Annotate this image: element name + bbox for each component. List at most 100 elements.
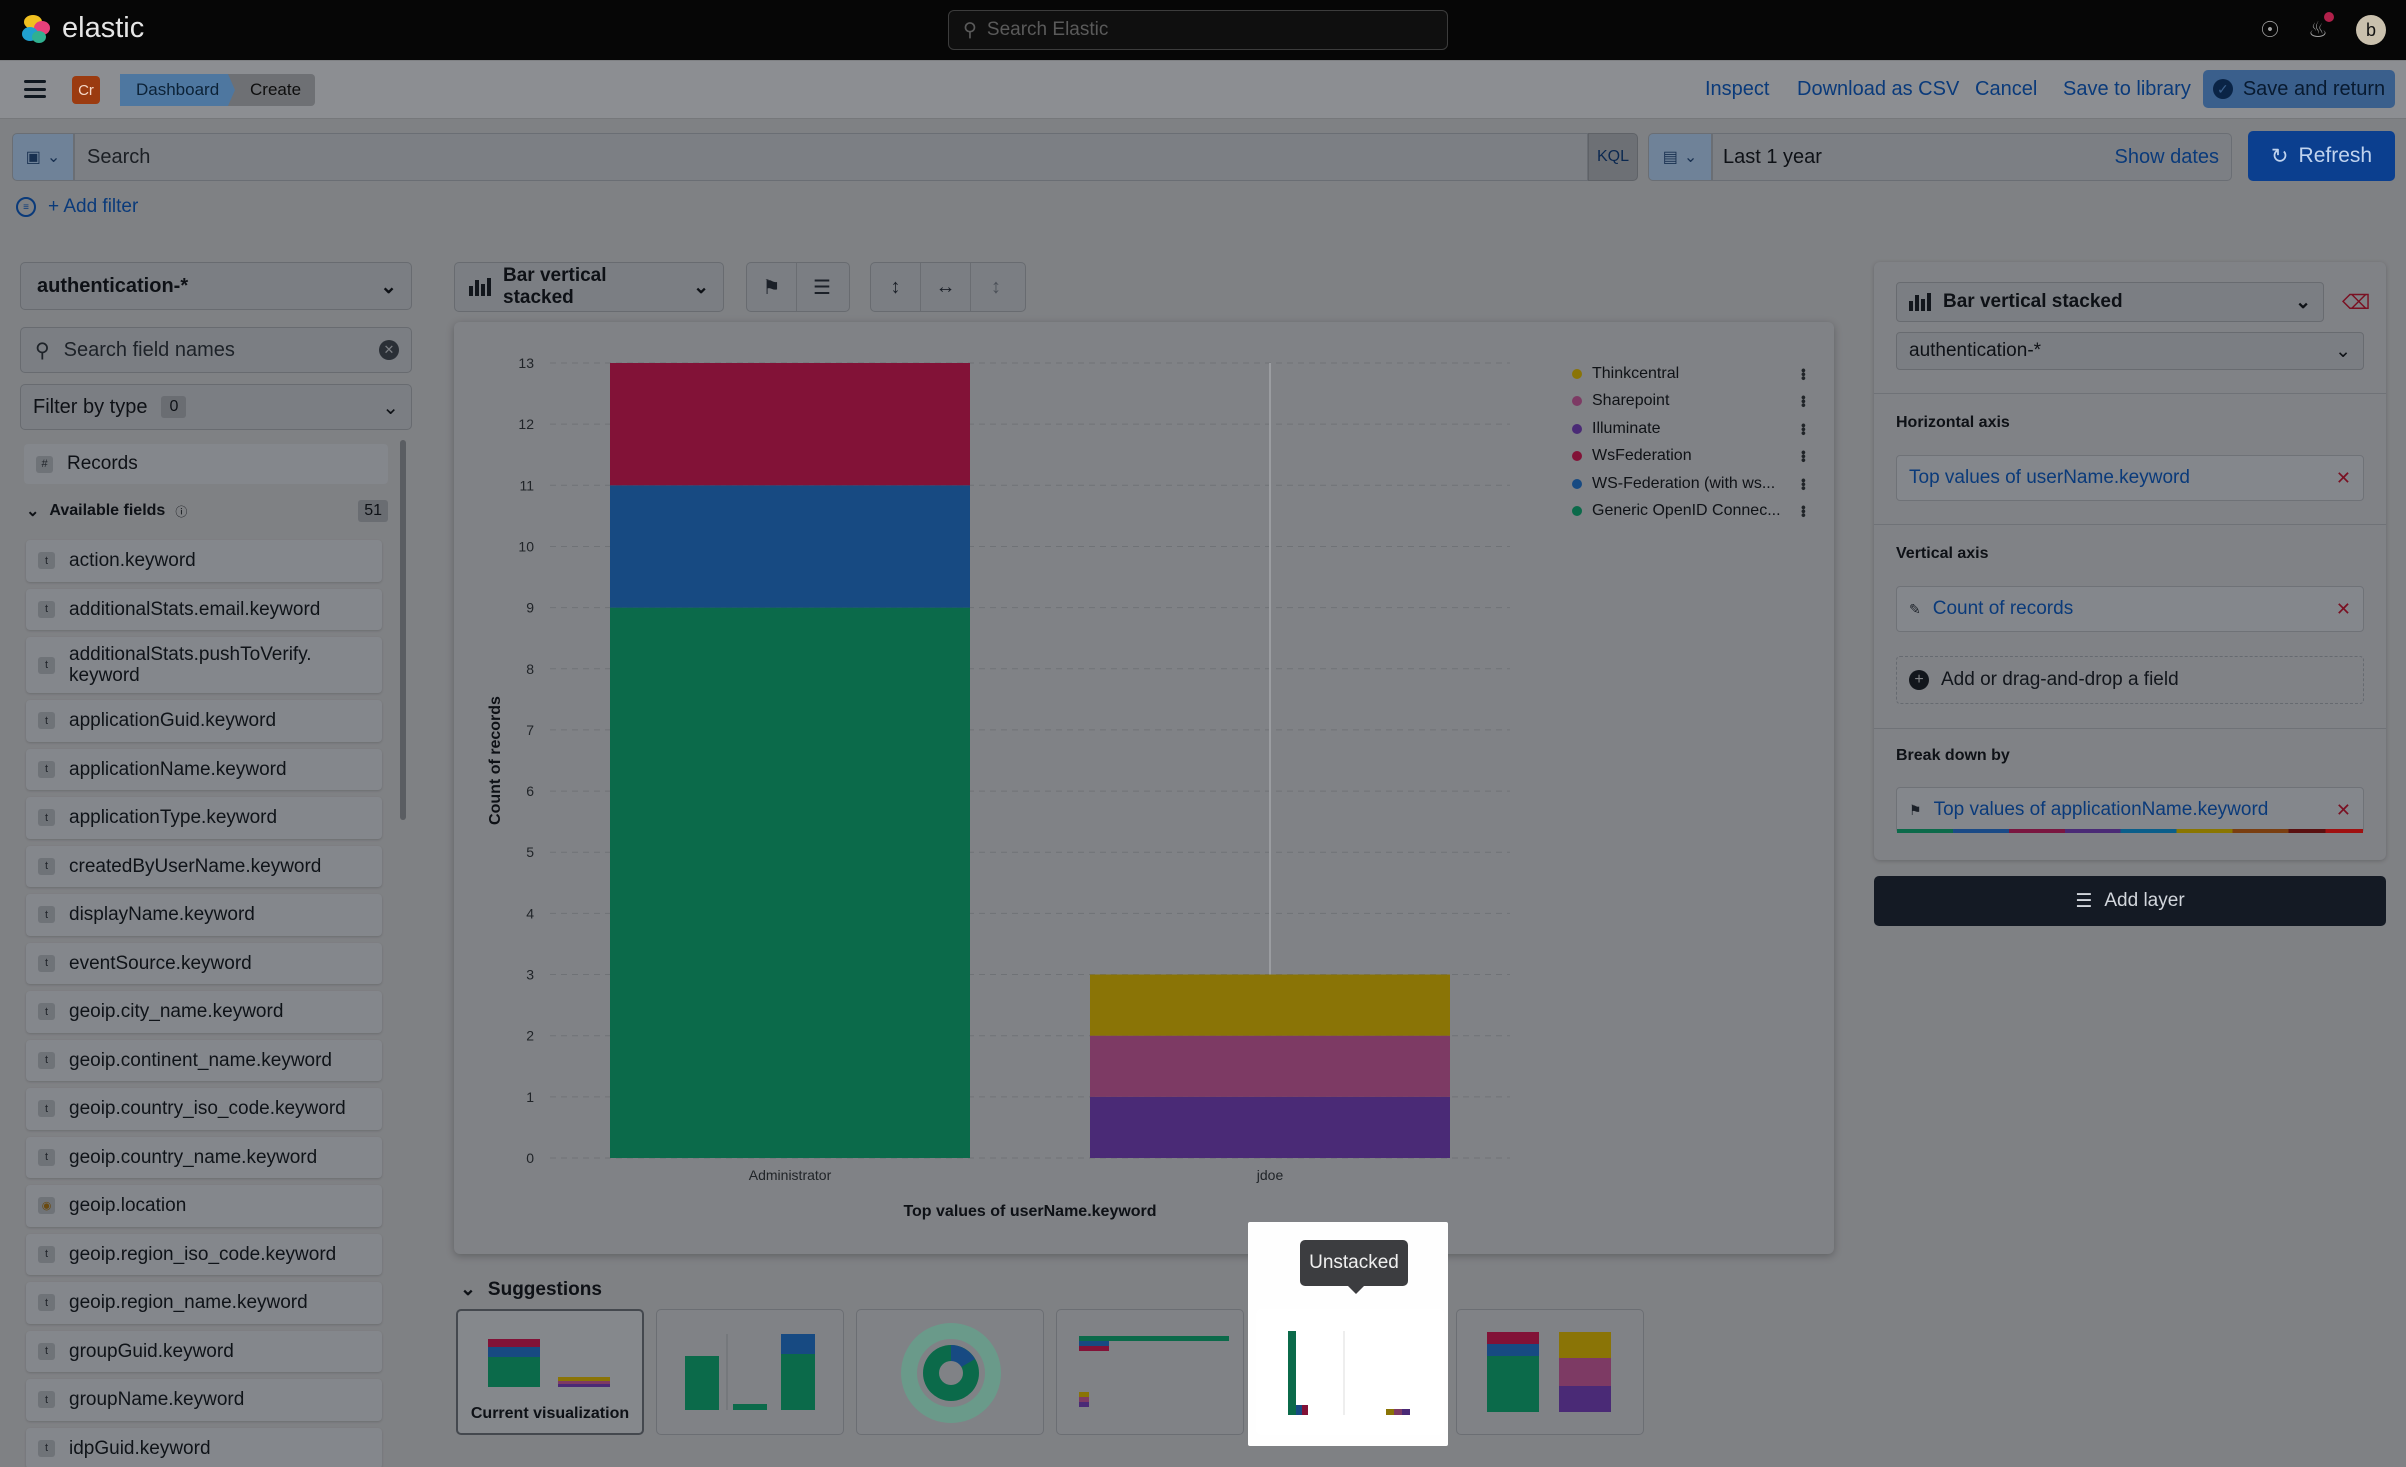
color-palette-strip: [1897, 829, 2363, 833]
user-avatar[interactable]: b: [2356, 15, 2386, 45]
filter-menu-icon[interactable]: ≡: [16, 197, 36, 217]
legend-item[interactable]: WS-Federation (with ws... •••: [1572, 470, 1812, 498]
space-avatar[interactable]: Cr: [72, 76, 100, 104]
y-tick-label: 0: [526, 1150, 534, 1166]
more-actions-icon[interactable]: •••: [1796, 478, 1812, 490]
remove-icon[interactable]: ✕: [2336, 468, 2351, 489]
clear-icon[interactable]: ✕: [379, 340, 399, 360]
field-list-scrollbar[interactable]: [400, 440, 406, 820]
legend-item[interactable]: Sharepoint •••: [1572, 388, 1812, 416]
right-axis-icon[interactable]: ↕: [971, 263, 1021, 311]
legend-item[interactable]: Thinkcentral •••: [1572, 360, 1812, 388]
global-search-input[interactable]: ⚲ Search Elastic: [948, 10, 1448, 50]
suggestions-header[interactable]: ⌄ Suggestions: [460, 1278, 602, 1301]
more-actions-icon[interactable]: •••: [1796, 423, 1812, 435]
date-quick-menu-button[interactable]: ▤ ⌄: [1648, 133, 1712, 181]
field-records[interactable]: # Records: [24, 444, 388, 484]
query-search-input[interactable]: Search: [74, 133, 1588, 181]
layer-vis-type-selector[interactable]: Bar vertical stacked ⌄: [1896, 282, 2324, 322]
refresh-button[interactable]: ↻ Refresh: [2248, 131, 2395, 181]
field-item[interactable]: t geoip.country_iso_code.keyword: [26, 1088, 382, 1130]
legend-item[interactable]: Generic OpenID Connec... •••: [1572, 498, 1812, 526]
chevron-down-icon: ⌄: [2295, 291, 2311, 313]
suggestion-donut[interactable]: [856, 1309, 1044, 1435]
eraser-icon[interactable]: ⌫: [2342, 290, 2370, 315]
legend-swatch: [1572, 451, 1582, 462]
field-item[interactable]: t applicationGuid.keyword: [26, 700, 382, 742]
bar-segment[interactable]: [610, 363, 970, 486]
field-item[interactable]: t action.keyword: [26, 540, 382, 582]
field-item[interactable]: t geoip.region_iso_code.keyword: [26, 1233, 382, 1275]
suggestion-percentage[interactable]: [1456, 1309, 1644, 1435]
left-axis-icon[interactable]: ↕: [871, 263, 921, 311]
field-item[interactable]: t groupName.keyword: [26, 1379, 382, 1421]
chevron-down-icon: ⌄: [1683, 149, 1698, 166]
paint-brush-icon[interactable]: ⚑: [747, 263, 797, 311]
time-range-display[interactable]: Last 1 year Show dates: [1712, 133, 2232, 181]
y-tick-label: 9: [526, 600, 534, 616]
field-item[interactable]: ◉ geoip.location: [26, 1185, 382, 1227]
suggestion-horizontal-bar[interactable]: [1056, 1309, 1244, 1435]
field-item[interactable]: t applicationName.keyword: [26, 748, 382, 790]
field-item[interactable]: t createdByUserName.keyword: [26, 845, 382, 887]
cancel-link[interactable]: Cancel: [1975, 78, 2037, 101]
legend-label: WS-Federation (with ws...: [1592, 474, 1776, 492]
field-item[interactable]: t displayName.keyword: [26, 894, 382, 936]
show-dates-link[interactable]: Show dates: [2114, 146, 2219, 169]
inspect-link[interactable]: Inspect: [1705, 78, 1769, 101]
bottom-axis-icon[interactable]: ↔: [921, 263, 971, 311]
legend-item[interactable]: WsFederation •••: [1572, 443, 1812, 471]
more-actions-icon[interactable]: •••: [1796, 368, 1812, 380]
bar-segment[interactable]: [610, 607, 970, 1158]
save-and-return-button[interactable]: ✓ Save and return: [2203, 70, 2395, 108]
bar-segment[interactable]: [1090, 974, 1450, 1036]
horizontal-axis-dimension[interactable]: Top values of userName.keyword ✕: [1896, 455, 2364, 501]
save-to-library-link[interactable]: Save to library: [2063, 78, 2191, 101]
field-item[interactable]: t idpGuid.keyword: [26, 1427, 382, 1467]
more-actions-icon[interactable]: •••: [1796, 395, 1812, 407]
refresh-label: Refresh: [2298, 144, 2373, 167]
bar-segment[interactable]: [610, 485, 970, 608]
more-actions-icon[interactable]: •••: [1796, 450, 1812, 462]
breakdown-dimension[interactable]: ⚑ Top values of applicationName.keyword …: [1896, 787, 2364, 833]
remove-icon[interactable]: ✕: [2336, 599, 2351, 620]
field-item[interactable]: t applicationType.keyword: [26, 797, 382, 839]
field-item[interactable]: t geoip.continent_name.keyword: [26, 1039, 382, 1081]
vertical-axis-dimension[interactable]: ✎ Count of records ✕: [1896, 586, 2364, 632]
suggestion-unstacked[interactable]: [1256, 1309, 1444, 1435]
visualization-type-selector[interactable]: Bar vertical stacked ⌄: [454, 262, 724, 312]
help-icon[interactable]: ☉: [2256, 16, 2284, 44]
field-name: additionalStats.email.keyword: [69, 598, 321, 620]
bar-segment[interactable]: [1090, 1096, 1450, 1158]
add-layer-button[interactable]: ☰ Add layer: [1874, 876, 2386, 926]
filter-by-type-button[interactable]: Filter by type 0 ⌄: [20, 384, 412, 430]
remove-icon[interactable]: ✕: [2336, 800, 2351, 821]
unstacked-thumbnail: [1288, 1331, 1410, 1415]
legend-icon[interactable]: ☰: [797, 263, 847, 311]
data-view-selector[interactable]: authentication-* ⌄: [20, 262, 412, 310]
download-csv-link[interactable]: Download as CSV: [1797, 78, 1959, 101]
field-search-input[interactable]: ⚲ Search field names ✕: [20, 327, 412, 373]
layer-data-view-selector[interactable]: authentication-* ⌄: [1896, 332, 2364, 370]
field-item[interactable]: t eventSource.keyword: [26, 942, 382, 984]
field-item[interactable]: t geoip.city_name.keyword: [26, 991, 382, 1033]
add-filter-button[interactable]: + Add filter: [48, 196, 138, 218]
field-item[interactable]: t additionalStats.pushToVerify. keyword: [26, 637, 382, 693]
elastic-logo[interactable]: elastic: [20, 12, 144, 45]
bar-segment[interactable]: [1090, 1035, 1450, 1097]
suggestion-bar-vertical[interactable]: [656, 1309, 844, 1435]
query-language-button[interactable]: KQL: [1588, 133, 1638, 181]
legend-item[interactable]: Illuminate •••: [1572, 415, 1812, 443]
add-field-dropzone[interactable]: + Add or drag-and-drop a field: [1896, 656, 2364, 704]
saved-query-button[interactable]: ▣ ⌄: [12, 133, 74, 181]
suggestion-current-visualization[interactable]: Current visualization: [456, 1309, 644, 1435]
field-item[interactable]: t geoip.region_name.keyword: [26, 1282, 382, 1324]
field-item[interactable]: t groupGuid.keyword: [26, 1330, 382, 1372]
more-actions-icon[interactable]: •••: [1796, 505, 1812, 517]
breadcrumb-dashboard[interactable]: Dashboard: [120, 74, 242, 106]
field-item[interactable]: t additionalStats.email.keyword: [26, 588, 382, 630]
field-item[interactable]: t geoip.country_name.keyword: [26, 1136, 382, 1178]
y-tick-label: 8: [526, 661, 534, 677]
available-fields-header[interactable]: ⌄ Available fields ⓘ 51: [26, 500, 388, 522]
menu-icon[interactable]: [24, 80, 46, 98]
